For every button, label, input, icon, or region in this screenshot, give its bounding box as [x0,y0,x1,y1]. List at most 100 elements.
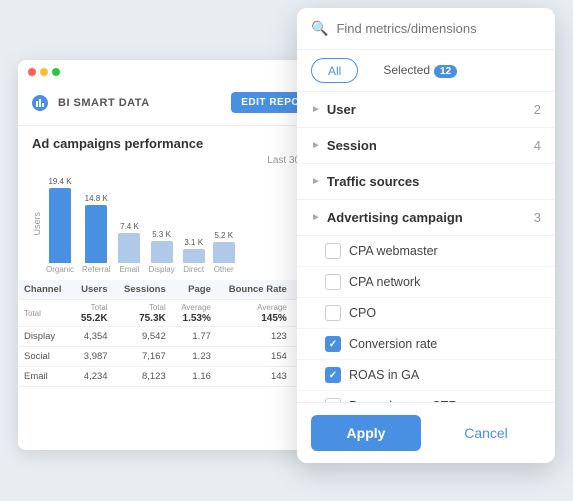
group-count: 2 [534,102,541,117]
bar-value: 7.4 K [120,222,139,231]
chevron-icon: ► [311,212,321,223]
metric-item[interactable]: CPA network [297,267,555,298]
col-bounce: Bounce Rate [217,280,293,300]
group-label: User [327,102,356,117]
col-sessions: Sessions [114,280,172,300]
metric-label: CPO [349,306,376,320]
row-bounce: 143 [217,367,293,387]
bar-label: Other [214,265,234,274]
bar-label: Direct [183,265,204,274]
col-page: Page [172,280,217,300]
metric-label: CPA webmaster [349,244,438,258]
metric-label: CPA network [349,275,420,289]
total-label: Total [18,300,72,327]
chart-bar-item: 19.4 K Organic [46,177,74,274]
data-table: Channel Users Sessions Page Bounce Rate … [18,280,338,387]
metric-item[interactable]: Conversion rate [297,329,555,360]
checkbox[interactable] [325,305,341,321]
row-page: 1.16 [172,367,217,387]
chevron-icon: ► [311,104,321,115]
table-row: Social 3,987 7,167 1.23 154 0.654 [18,347,338,367]
group-header-left: ► Traffic sources [311,174,419,189]
group-header-left: ► User [311,102,356,117]
search-input[interactable] [336,21,541,36]
total-page: Average1.53% [172,300,217,327]
metric-item[interactable]: CPO [297,298,555,329]
metric-item[interactable]: ROAS in GA [297,360,555,391]
tab-all[interactable]: All [311,58,358,83]
analytics-card: BI SMART DATA EDIT REPORT Ad campaigns p… [18,60,338,450]
analytics-subtitle: Last 30 days [18,155,338,174]
tab-badge: 12 [434,65,457,78]
logo-icon [32,95,48,111]
total-bounce: Average145% [217,300,293,327]
chart-bar-item: 7.4 K Email [118,222,140,274]
bar-value: 19.4 K [48,177,71,186]
group-count: 4 [534,138,541,153]
bar [183,249,205,263]
group-header-traffic-sources[interactable]: ► Traffic sources [297,164,555,200]
analytics-header: BI SMART DATA EDIT REPORT [18,80,338,126]
cancel-button[interactable]: Cancel [431,415,541,451]
bar-value: 3.1 K [184,238,203,247]
panel-footer: Apply Cancel [297,402,555,463]
close-dot [28,68,36,76]
checkbox[interactable] [325,274,341,290]
checkbox[interactable] [325,367,341,383]
group-header-advertising-campaign[interactable]: ► Advertising campaign 3 [297,200,555,236]
chart-bar-item: 5.2 K Other [213,231,235,274]
group-header-left: ► Session [311,138,377,153]
tab-selected[interactable]: Selected12 [366,58,474,83]
analytics-logo: BI SMART DATA [32,95,150,111]
bar [213,242,235,263]
group-header-session[interactable]: ► Session 4 [297,128,555,164]
chart-y-label: Users [32,212,42,236]
metric-label: Promo banner CTR [349,399,457,402]
chart-bar-item: 3.1 K Direct [183,238,205,274]
app-name: BI SMART DATA [58,97,150,109]
col-channel: Channel [18,280,72,300]
metrics-list[interactable]: ► User 2 ► Session 4 ► Traffic sources ►… [297,92,555,402]
table-row: Email 4,234 8,123 1.16 143 0.723 [18,367,338,387]
apply-button[interactable]: Apply [311,415,421,451]
checkbox[interactable] [325,243,341,259]
search-icon: 🔍 [311,20,328,37]
minimize-dot [40,68,48,76]
totals-row: Total Total55.2K Total75.3K Average1.53%… [18,300,338,327]
search-bar: 🔍 [297,8,555,50]
metric-item[interactable]: Promo banner CTR [297,391,555,402]
group-label: Traffic sources [327,174,420,189]
checkbox[interactable] [325,336,341,352]
bar-value: 5.3 K [152,230,171,239]
tab-row: All Selected12 [297,50,555,92]
bar [49,188,71,263]
row-sessions: 9,542 [114,327,172,347]
col-users: Users [72,280,114,300]
row-channel: Display [18,327,72,347]
bar-label: Email [119,265,139,274]
bar-value: 14.8 K [85,194,108,203]
total-sessions: Total75.3K [114,300,172,327]
checkbox[interactable] [325,398,341,402]
row-sessions: 7,167 [114,347,172,367]
chart-bar-item: 5.3 K Display [148,230,174,274]
bar-value: 5.2 K [214,231,233,240]
row-page: 1.77 [172,327,217,347]
metrics-panel: 🔍 All Selected12 ► User 2 ► Session 4 ► T… [297,8,555,463]
row-bounce: 154 [217,347,293,367]
row-channel: Email [18,367,72,387]
group-header-user[interactable]: ► User 2 [297,92,555,128]
bar [85,205,107,263]
chart-bar-item: 14.8 K Referral [82,194,110,274]
maximize-dot [52,68,60,76]
metric-item[interactable]: CPA webmaster [297,236,555,267]
group-header-left: ► Advertising campaign [311,210,463,225]
row-page: 1.23 [172,347,217,367]
group-count: 3 [534,210,541,225]
bar-label: Display [148,265,174,274]
row-bounce: 123 [217,327,293,347]
metric-label: ROAS in GA [349,368,419,382]
analytics-title: Ad campaigns performance [18,126,338,155]
bar-label: Organic [46,265,74,274]
table-row: Display 4,354 9,542 1.77 123 0.738 [18,327,338,347]
